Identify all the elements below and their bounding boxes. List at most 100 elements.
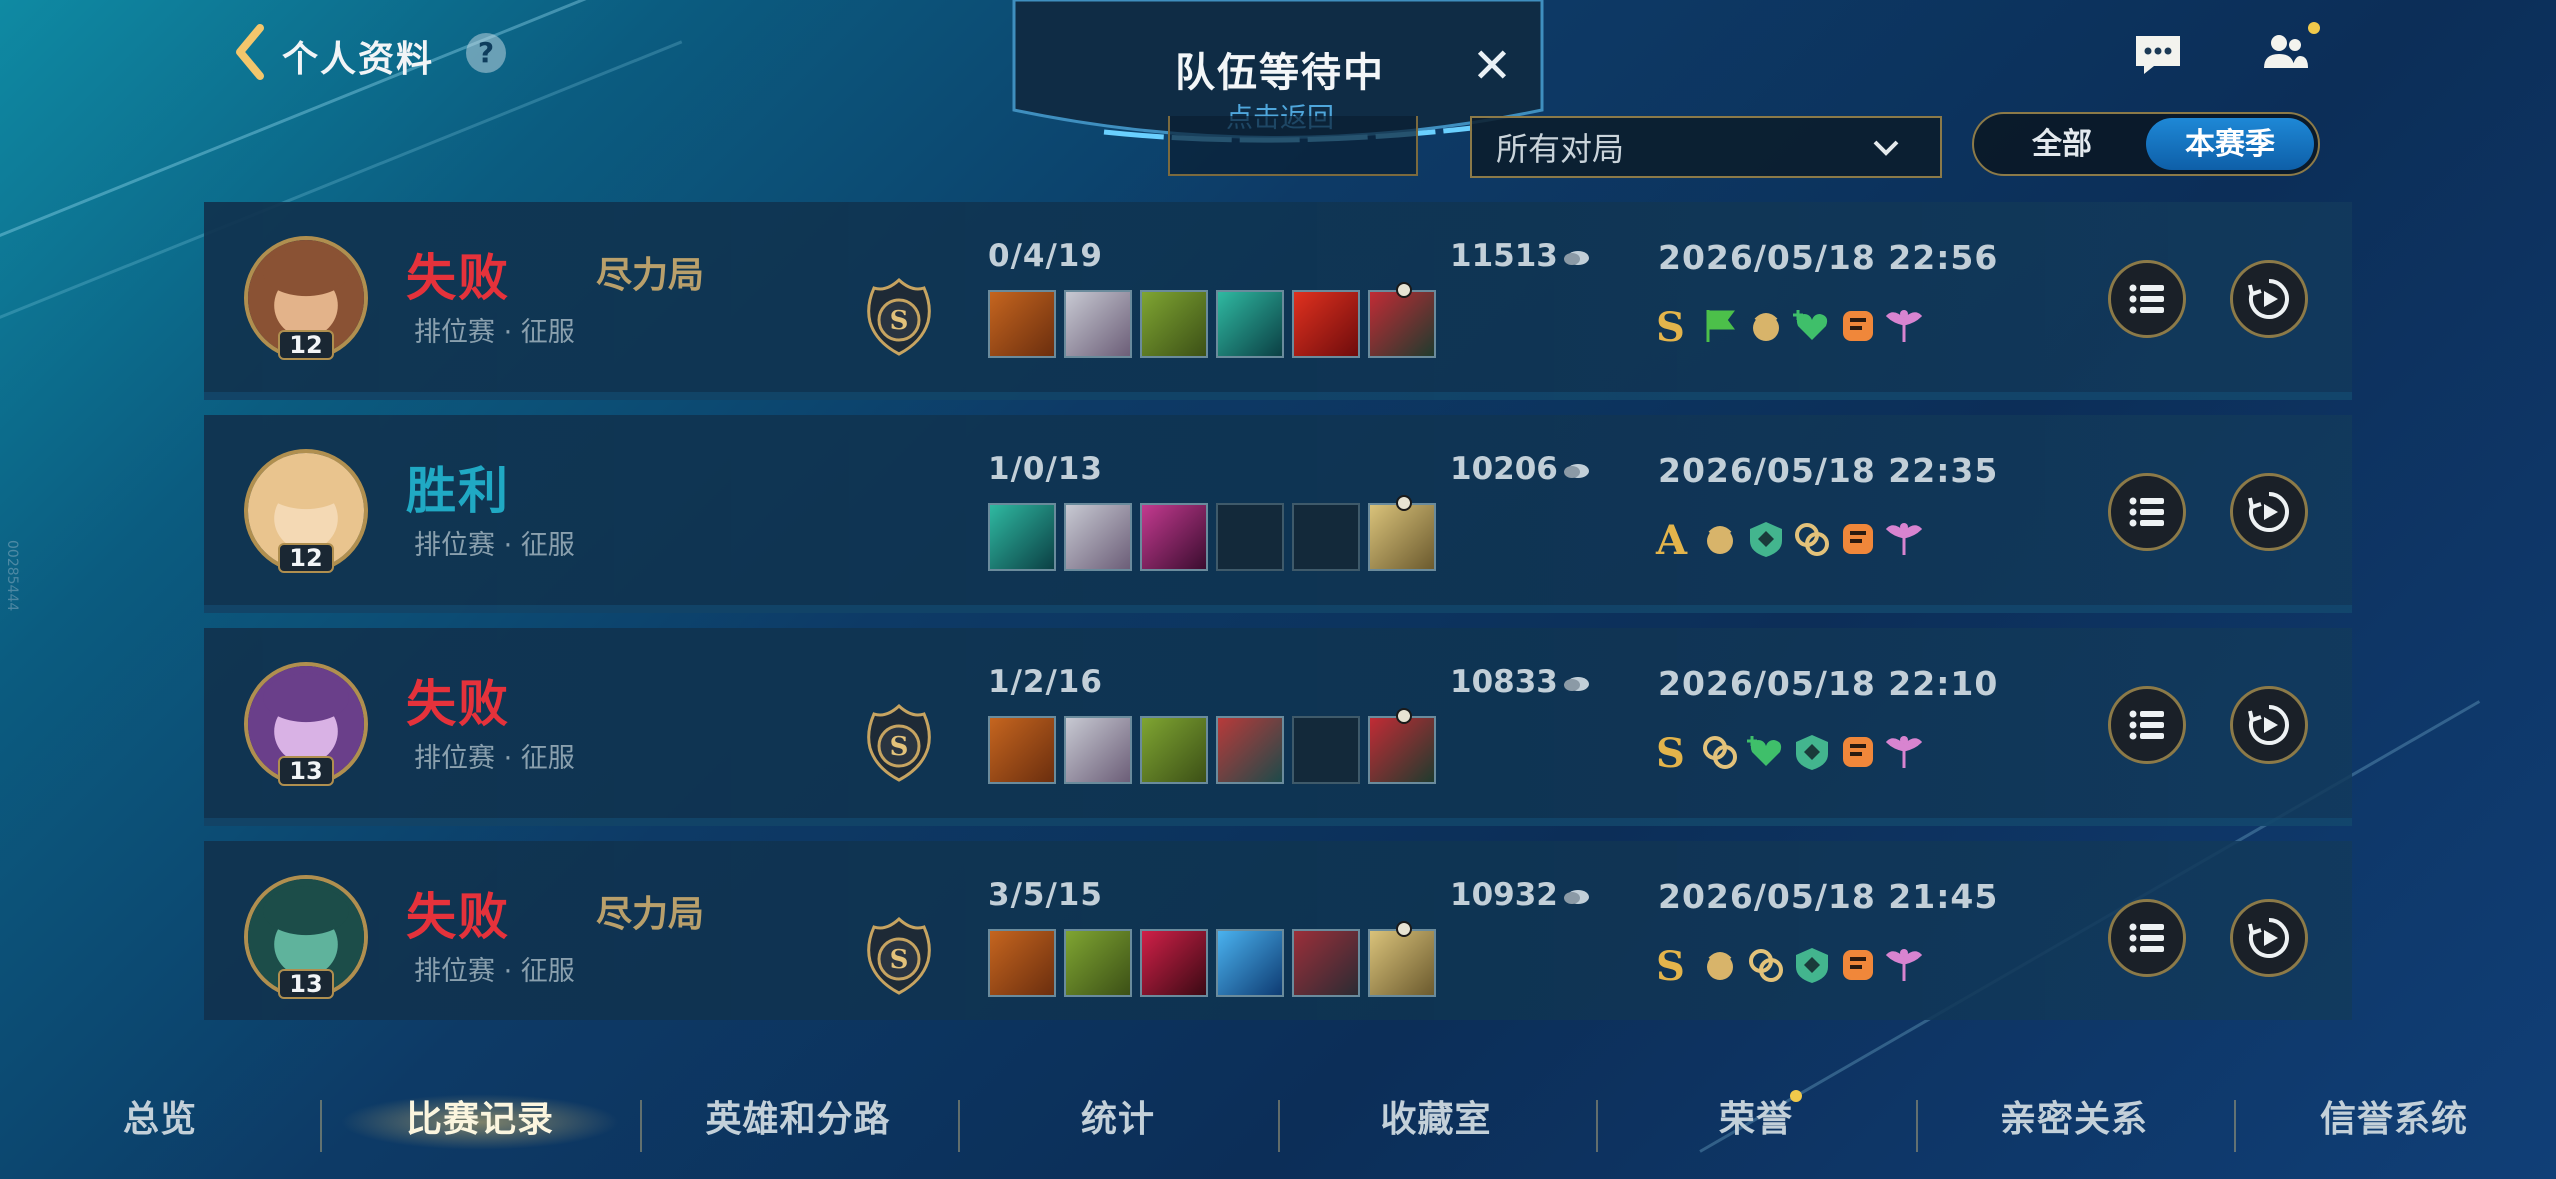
item-slot[interactable] bbox=[988, 929, 1056, 997]
item-slot[interactable] bbox=[988, 716, 1056, 784]
toggle-all[interactable]: 全部 bbox=[1978, 118, 2146, 170]
achievement-badges bbox=[1700, 732, 1924, 772]
item-slot[interactable] bbox=[988, 503, 1056, 571]
item-slot[interactable] bbox=[1368, 708, 1436, 784]
chat-icon[interactable] bbox=[2134, 34, 2182, 76]
match-result: 失败 bbox=[406, 249, 510, 307]
gold-icon bbox=[1563, 250, 1589, 265]
nav-tab[interactable]: 收藏室 bbox=[1296, 1090, 1576, 1142]
filter-button[interactable] bbox=[1168, 116, 1418, 176]
back-button[interactable] bbox=[232, 22, 268, 82]
item-slot[interactable] bbox=[1064, 290, 1132, 358]
item-build bbox=[988, 921, 1436, 997]
item-slot[interactable] bbox=[1140, 503, 1208, 571]
match-grade: S bbox=[1656, 730, 1685, 777]
item-slot[interactable] bbox=[1368, 495, 1436, 571]
replay-button[interactable] bbox=[2230, 473, 2308, 551]
empty-item-slot[interactable] bbox=[1216, 503, 1284, 571]
item-slot[interactable] bbox=[1368, 282, 1436, 358]
carry-icon bbox=[1707, 952, 1733, 980]
nav-tab[interactable]: 比赛记录 bbox=[340, 1090, 620, 1142]
item-build bbox=[988, 708, 1436, 784]
replay-button[interactable] bbox=[2230, 260, 2308, 338]
hero-level: 12 bbox=[278, 543, 334, 573]
item-slot[interactable] bbox=[1064, 716, 1132, 784]
cc-icon bbox=[1843, 737, 1873, 767]
empty-item-slot[interactable] bbox=[1292, 716, 1360, 784]
hero-level: 12 bbox=[278, 330, 334, 360]
match-mode: 排位赛 · 征服 bbox=[414, 317, 575, 348]
item-slot[interactable] bbox=[1368, 921, 1436, 997]
item-slot[interactable] bbox=[1064, 503, 1132, 571]
achievement-badges bbox=[1700, 945, 1924, 985]
item-slot[interactable] bbox=[1064, 929, 1132, 997]
replay-button[interactable] bbox=[2230, 686, 2308, 764]
nav-separator bbox=[1596, 1100, 1598, 1152]
match-type-dropdown[interactable]: 所有对局 bbox=[1470, 116, 1942, 178]
match-row[interactable]: 12 失败 尽力局 排位赛 · 征服 S 0/4/19 11513 2026/05/18 2… bbox=[204, 202, 2352, 400]
item-slot[interactable] bbox=[1216, 716, 1284, 784]
cc-icon bbox=[1843, 524, 1873, 554]
gold-value: 10206 bbox=[1450, 451, 1558, 487]
nav-tab[interactable]: 统计 bbox=[978, 1090, 1258, 1142]
replay-button[interactable] bbox=[2230, 899, 2308, 977]
close-icon[interactable]: ✕ bbox=[1468, 42, 1516, 92]
nav-tab[interactable]: 荣誉 bbox=[1616, 1090, 1896, 1142]
match-list[interactable]: 12 失败 尽力局 排位赛 · 征服 S 0/4/19 11513 2026/05/18 2… bbox=[204, 202, 2352, 1020]
gold-earned: 10932 bbox=[1450, 877, 1590, 913]
match-mode: 排位赛 · 征服 bbox=[414, 530, 575, 561]
heal-icon bbox=[1793, 310, 1828, 340]
kda: 0/4/19 bbox=[988, 238, 1103, 274]
match-row[interactable]: 13 失败 排位赛 · 征服 S 1/2/16 10833 2026/05/18 22:1… bbox=[204, 628, 2352, 826]
notification-dot bbox=[2308, 22, 2320, 34]
match-mode: 排位赛 · 征服 bbox=[414, 743, 575, 774]
item-slot[interactable] bbox=[1216, 290, 1284, 358]
gold-earned: 10206 bbox=[1450, 451, 1590, 487]
nav-tab[interactable]: 英雄和分路 bbox=[658, 1090, 938, 1142]
match-detail-button[interactable] bbox=[2108, 473, 2186, 551]
shield-icon bbox=[1796, 948, 1828, 983]
nav-separator bbox=[1278, 1100, 1280, 1152]
match-detail-button[interactable] bbox=[2108, 899, 2186, 977]
chevron-down-icon bbox=[1873, 140, 1899, 156]
item-slot[interactable] bbox=[1292, 290, 1360, 358]
item-slot[interactable] bbox=[988, 290, 1056, 358]
item-slot[interactable] bbox=[1292, 929, 1360, 997]
rank-badge-icon: S bbox=[867, 703, 931, 782]
friends-icon[interactable] bbox=[2262, 32, 2310, 72]
nav-separator bbox=[320, 1100, 322, 1152]
match-datetime: 2026/05/18 22:10 bbox=[1658, 664, 1999, 703]
season-toggle[interactable]: 全部 本赛季 bbox=[1972, 112, 2320, 176]
nav-tab[interactable]: 信誉系统 bbox=[2254, 1090, 2534, 1142]
empty-item-slot[interactable] bbox=[1292, 503, 1360, 571]
shield-icon bbox=[1796, 735, 1828, 770]
chain-icon bbox=[1795, 523, 1829, 556]
help-icon[interactable]: ? bbox=[466, 33, 506, 73]
match-row[interactable]: 12 胜利 排位赛 · 征服 1/0/13 10206 2026/05/18 22:35 A bbox=[204, 415, 2352, 613]
item-slot[interactable] bbox=[1140, 929, 1208, 997]
list-icon bbox=[2129, 923, 2164, 953]
match-datetime: 2026/05/18 22:56 bbox=[1658, 238, 1999, 277]
match-datetime: 2026/05/18 22:35 bbox=[1658, 451, 1999, 490]
match-result: 失败 bbox=[406, 675, 510, 733]
match-detail-button[interactable] bbox=[2108, 686, 2186, 764]
item-slot[interactable] bbox=[1216, 929, 1284, 997]
svg-text:S: S bbox=[890, 306, 909, 336]
match-row[interactable]: 13 失败 尽力局 排位赛 · 征服 S 3/5/15 10932 2026/05/18 2… bbox=[204, 841, 2352, 1020]
item-build bbox=[988, 282, 1436, 358]
gold-value: 10833 bbox=[1450, 664, 1558, 700]
match-detail-button[interactable] bbox=[2108, 260, 2186, 338]
trinket-icon bbox=[1396, 282, 1412, 298]
flag-icon bbox=[1706, 310, 1735, 342]
cc-icon bbox=[1843, 950, 1873, 980]
list-icon bbox=[2129, 284, 2164, 314]
rank-badge-icon: S bbox=[867, 916, 931, 995]
item-slot[interactable] bbox=[1140, 716, 1208, 784]
nav-tab[interactable]: 总览 bbox=[20, 1090, 300, 1142]
effort-tag: 尽力局 bbox=[596, 894, 705, 935]
toggle-this-season[interactable]: 本赛季 bbox=[2146, 118, 2314, 170]
item-slot[interactable] bbox=[1140, 290, 1208, 358]
nav-tab[interactable]: 亲密关系 bbox=[1934, 1090, 2214, 1142]
replay-icon bbox=[2248, 705, 2289, 745]
replay-icon bbox=[2248, 918, 2289, 958]
